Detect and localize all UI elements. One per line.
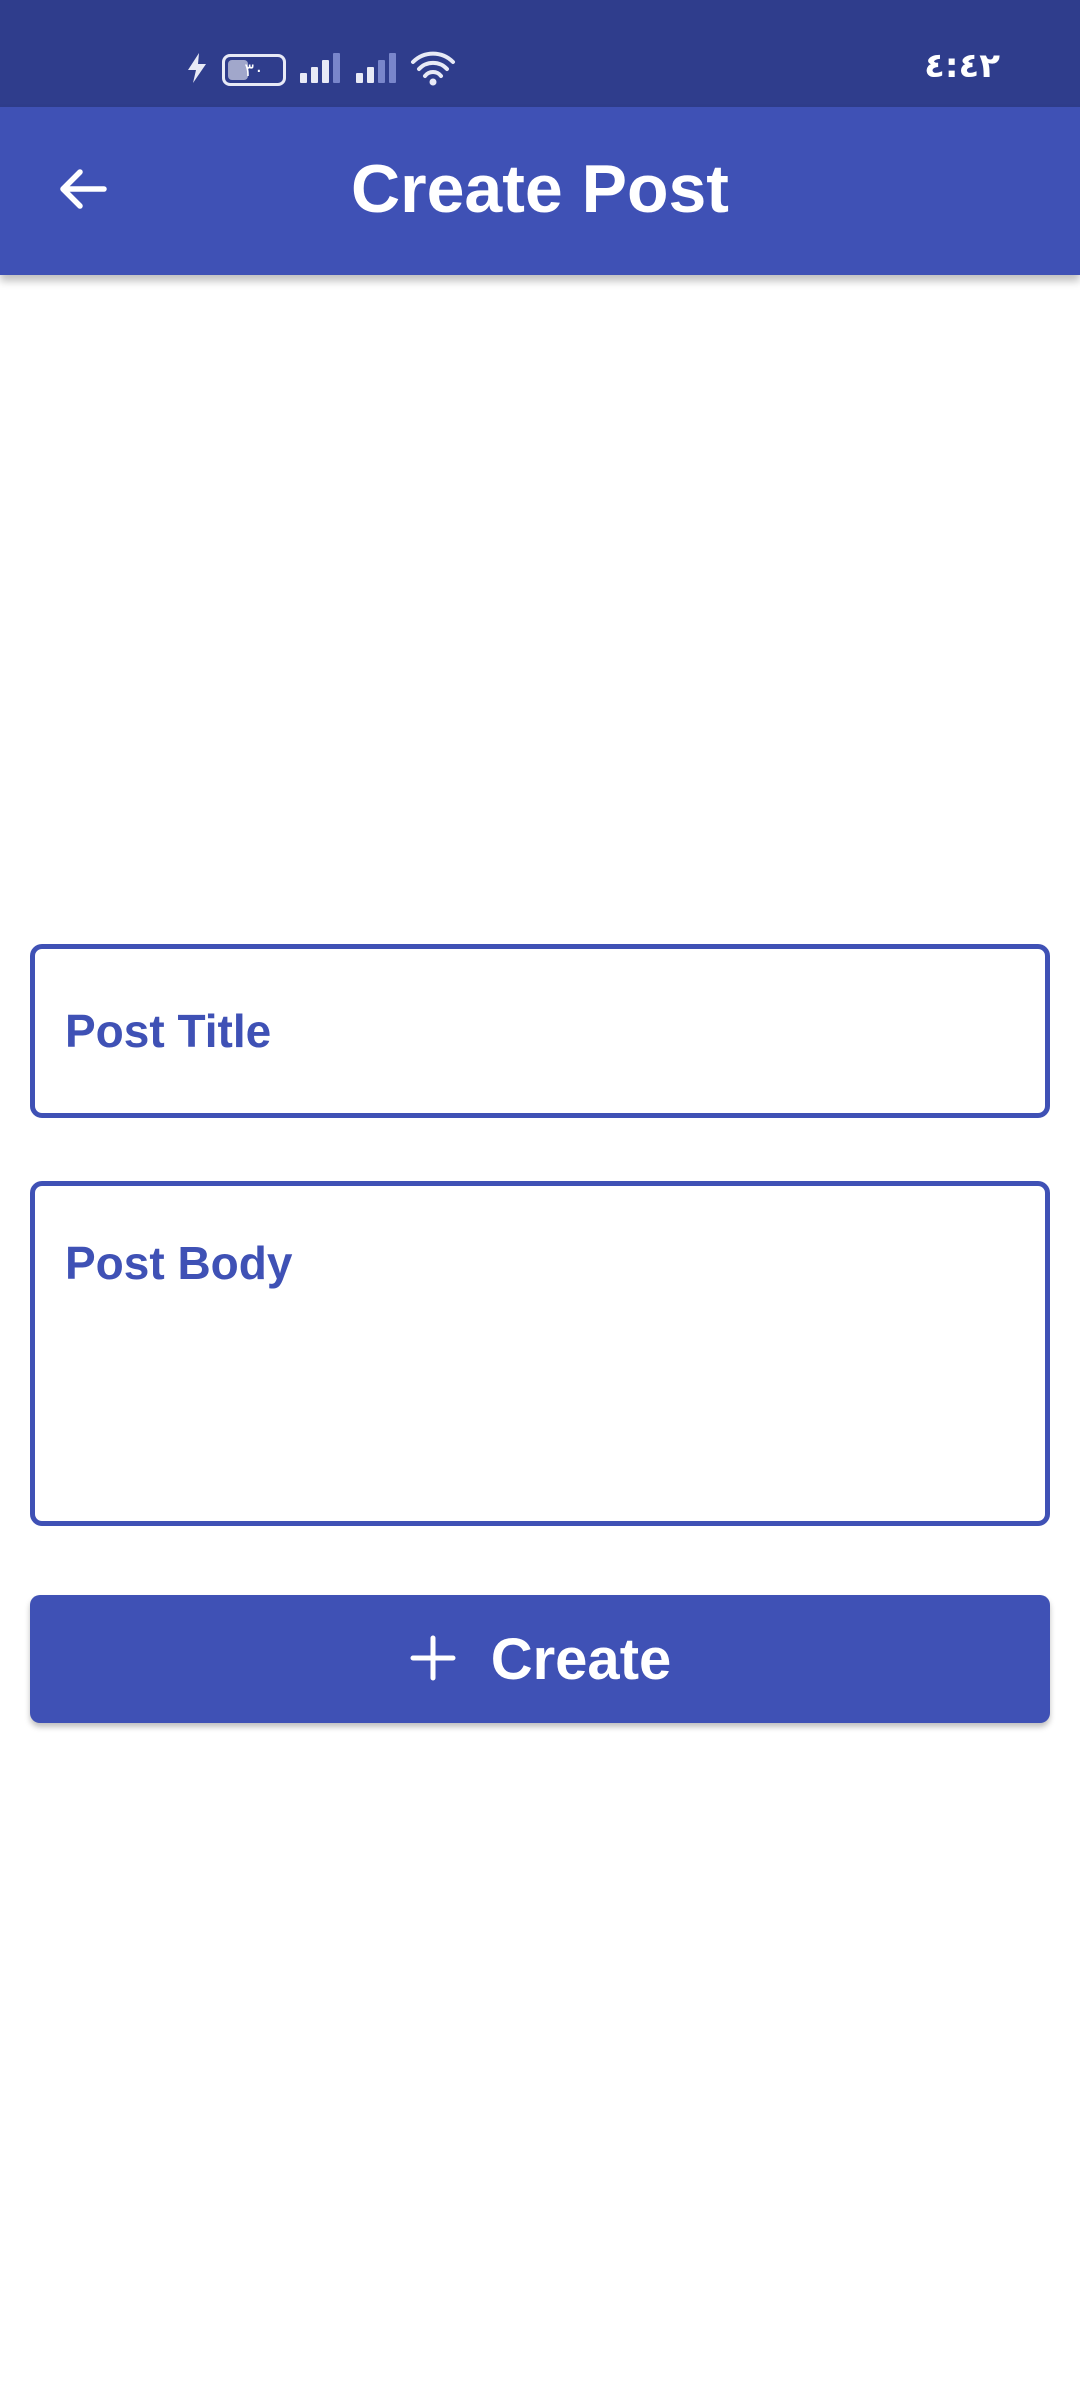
charging-bolt-icon — [184, 51, 210, 90]
signal-bars-icon — [354, 51, 398, 90]
battery-level: ٣٠ — [244, 59, 264, 81]
page-title: Create Post — [351, 151, 729, 227]
post-body-input[interactable] — [35, 1186, 1045, 1521]
post-body-field[interactable] — [30, 1181, 1050, 1526]
wifi-icon — [410, 50, 456, 91]
app-bar: Create Post — [0, 107, 1080, 275]
plus-icon — [409, 1634, 457, 1685]
create-button-label: Create — [490, 1626, 672, 1692]
create-button[interactable]: Create — [30, 1595, 1050, 1723]
status-icons: ٣٠ — [184, 50, 456, 90]
post-title-field[interactable] — [30, 944, 1050, 1118]
status-time: ٤:٤٢ — [924, 46, 1000, 86]
battery-icon: ٣٠ — [222, 54, 286, 86]
post-title-input[interactable] — [35, 949, 1045, 1113]
status-bar: ٣٠ ٤:٤٢ — [0, 0, 1080, 107]
signal-bars-icon — [298, 51, 342, 90]
